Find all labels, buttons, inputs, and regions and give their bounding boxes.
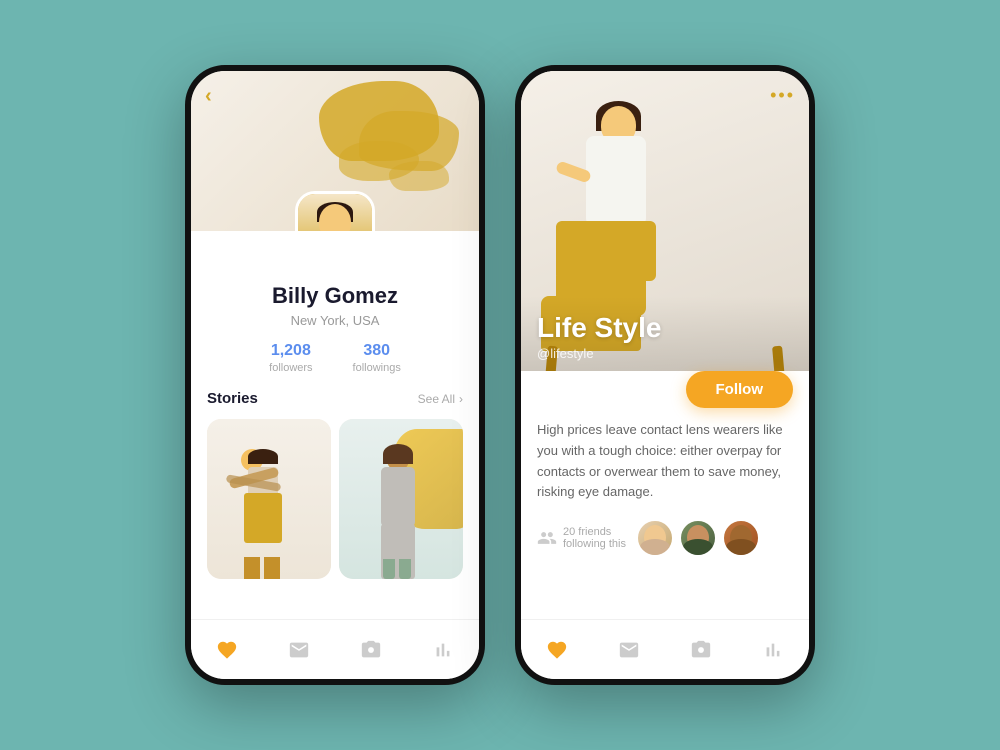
story-card-1-inner	[207, 419, 331, 579]
figure2-foot2	[399, 559, 411, 579]
figure2-hair	[383, 444, 413, 464]
friends-avatars	[636, 519, 760, 557]
friends-group-icon	[537, 528, 557, 548]
friends-following-label: following this	[563, 538, 626, 550]
sitter-pants	[556, 221, 656, 281]
nav2-chart[interactable]	[759, 636, 787, 664]
friends-label: 20 friends following this	[537, 526, 626, 550]
paint-splash-4	[389, 161, 449, 191]
phone2-description: High prices leave contact lens wearers l…	[537, 420, 793, 503]
bottom-nav	[191, 619, 479, 679]
phones-container: ‹ ••• Billy Gomez New York, USA 1,	[185, 65, 815, 685]
followings-stat: 380 followings	[353, 342, 401, 374]
hero-title: Life Style	[537, 312, 793, 344]
camera-icon-2	[690, 639, 712, 661]
followers-stat: 1,208 followers	[269, 342, 312, 374]
nav-chart[interactable]	[429, 636, 457, 664]
more-options-button[interactable]: •••	[770, 85, 795, 106]
bottom-nav-2	[521, 619, 809, 679]
story-card-2-inner	[339, 419, 463, 579]
chart-icon-2	[762, 639, 784, 661]
friend-avatar-1	[636, 519, 674, 557]
followers-count: 1,208	[269, 342, 312, 360]
figure1-leg2	[264, 557, 280, 579]
story-card-2[interactable]	[339, 419, 463, 579]
friends-section: 20 friends following this	[537, 519, 793, 569]
phone2-hero: ••• Life Style @lifestyle	[521, 71, 809, 391]
nav-heart[interactable]	[213, 636, 241, 664]
story-card-1[interactable]	[207, 419, 331, 579]
nav2-mail[interactable]	[615, 636, 643, 664]
chevron-right-icon: ›	[459, 392, 463, 406]
profile-stats: 1,208 followers 380 followings	[211, 342, 459, 374]
back-button[interactable]: ‹	[205, 85, 212, 108]
nav2-camera[interactable]	[687, 636, 715, 664]
nav2-heart[interactable]	[543, 636, 571, 664]
phone1-header: ‹ •••	[191, 71, 479, 231]
profile-location: New York, USA	[211, 313, 459, 328]
chart-icon	[432, 639, 454, 661]
stories-grid	[207, 419, 463, 579]
followings-label: followings	[353, 362, 401, 374]
friend-avatar-2	[679, 519, 717, 557]
story2-background	[339, 419, 463, 579]
figure2-coat	[381, 467, 415, 527]
stories-title: Stories	[207, 390, 258, 407]
fa1-body	[640, 539, 670, 555]
fa3-body	[726, 539, 756, 555]
heart-icon-2	[546, 639, 568, 661]
hero-handle: @lifestyle	[537, 346, 793, 361]
nav-camera[interactable]	[357, 636, 385, 664]
mail-icon-2	[618, 639, 640, 661]
fa2-body	[683, 539, 713, 555]
figure1-pants	[244, 493, 282, 543]
stories-section: Stories See All ›	[191, 374, 479, 579]
nav-mail[interactable]	[285, 636, 313, 664]
profile-name: Billy Gomez	[211, 283, 459, 309]
story2-figure	[371, 449, 431, 579]
profile-info: Billy Gomez New York, USA 1,208 follower…	[191, 283, 479, 374]
sitter-torso	[586, 136, 646, 226]
figure2-foot1	[383, 559, 395, 579]
phone2-content: Follow High prices leave contact lens we…	[521, 371, 809, 569]
mail-icon	[288, 639, 310, 661]
profile-avatar	[295, 191, 375, 231]
followings-count: 380	[353, 342, 401, 360]
camera-icon	[360, 639, 382, 661]
follow-button[interactable]: Follow	[686, 371, 794, 408]
story1-background	[207, 419, 331, 579]
phone1: ‹ ••• Billy Gomez New York, USA 1,	[185, 65, 485, 685]
friends-count: 20 friends	[563, 526, 611, 538]
friend-avatar-3	[722, 519, 760, 557]
avatar-person	[298, 194, 372, 231]
followers-label: followers	[269, 362, 312, 374]
follow-btn-wrap: Follow	[537, 371, 793, 408]
profile-avatar-wrap	[295, 191, 375, 231]
see-all-button[interactable]: See All ›	[418, 392, 463, 406]
story1-figure	[234, 449, 304, 579]
stories-header: Stories See All ›	[207, 390, 463, 407]
figure1-hair	[248, 449, 278, 464]
phone2: ••• Life Style @lifestyle Follow High pr…	[515, 65, 815, 685]
heart-icon	[216, 639, 238, 661]
figure1-leg1	[244, 557, 260, 579]
